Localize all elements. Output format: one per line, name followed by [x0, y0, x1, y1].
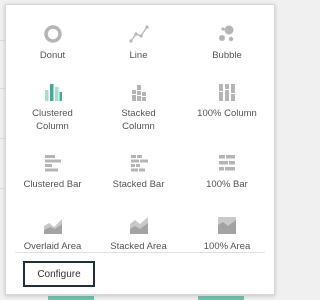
chart-type-donut[interactable]: Donut — [6, 23, 99, 81]
chart-type-label: Bubble — [212, 50, 242, 61]
chart-type-clustered-bar[interactable]: Clustered Bar — [6, 152, 99, 214]
chart-type-clustered-column[interactable]: Clustered Column — [6, 81, 99, 152]
chart-type-100-area[interactable]: 100% Area — [178, 214, 276, 284]
chart-type-grid: Donut Line Bubble Clustered Column Stack… — [6, 23, 276, 284]
bubble-chart-icon — [219, 25, 234, 42]
percent-column-chart-icon — [219, 84, 235, 101]
chart-type-label: Clustered Bar — [23, 179, 82, 190]
chart-type-label: 100% Column — [197, 108, 257, 119]
clustered-column-chart-icon — [44, 84, 62, 101]
overlaid-area-chart-icon — [43, 219, 62, 234]
configure-button[interactable]: Configure — [23, 261, 95, 287]
stacked-area-chart-icon — [129, 217, 148, 234]
stacked-bar-chart-icon — [130, 155, 148, 172]
chart-type-label: Stacked Column — [121, 108, 156, 132]
chart-type-label: Clustered Column — [32, 108, 73, 132]
stacked-column-chart-icon — [131, 85, 146, 101]
chart-type-100-bar[interactable]: 100% Bar — [178, 152, 276, 214]
clustered-bar-chart-icon — [44, 155, 61, 172]
donut-chart-icon — [43, 25, 62, 43]
background-chart-bar — [48, 296, 94, 300]
background-chart-bar — [198, 296, 244, 300]
chart-type-line[interactable]: Line — [99, 23, 178, 81]
chart-type-stacked-area[interactable]: Stacked Area — [99, 214, 178, 284]
line-chart-icon — [128, 25, 149, 43]
percent-area-chart-icon — [218, 217, 236, 234]
chart-type-stacked-column[interactable]: Stacked Column — [99, 81, 178, 152]
divider — [15, 252, 265, 253]
chart-type-label: Donut — [39, 50, 66, 61]
chart-type-bubble[interactable]: Bubble — [178, 23, 276, 81]
chart-type-popover: Donut Line Bubble Clustered Column Stack… — [5, 4, 275, 295]
chart-type-100-column[interactable]: 100% Column — [178, 81, 276, 152]
chart-type-label: Line — [129, 50, 148, 61]
chart-type-label: 100% Bar — [206, 179, 248, 190]
chart-type-label: Stacked Bar — [112, 179, 165, 190]
chart-type-stacked-bar[interactable]: Stacked Bar — [99, 152, 178, 214]
percent-bar-chart-icon — [219, 155, 235, 171]
